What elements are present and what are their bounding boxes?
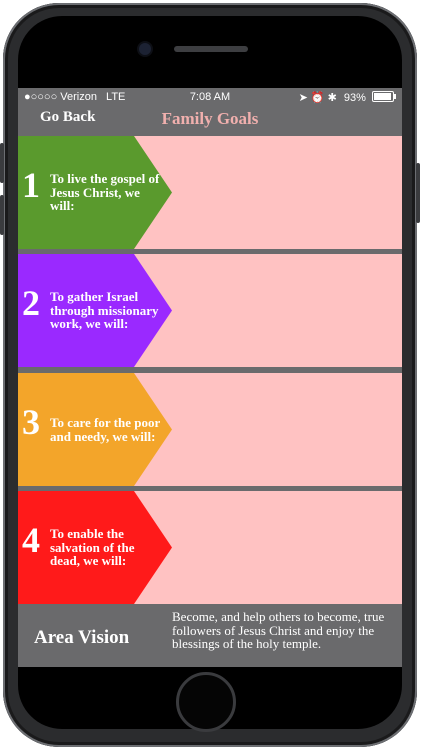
goal-row-1[interactable]: 1 To live the gospel of Jesus Christ, we… — [18, 136, 402, 249]
goal-label-4: To enable the salvation of the dead, we … — [50, 526, 135, 569]
battery-percent: 93% — [343, 92, 366, 104]
battery-icon — [372, 91, 396, 102]
volume-up-button — [0, 143, 4, 183]
area-vision-text: Become, and help others to become, true … — [172, 609, 385, 652]
status-right: ➤ ⏰ ✱ 93% — [298, 91, 396, 104]
goal-text-3: To care for the poor and needy, we will: — [50, 373, 162, 486]
battery-fill — [374, 93, 391, 100]
speaker-grille — [174, 46, 248, 52]
page-title: Family Goals — [161, 109, 259, 128]
home-button[interactable] — [176, 672, 236, 732]
phone-top-bezel — [18, 16, 402, 88]
goal-label-1: To live the gospel of Jesus Christ, we w… — [50, 171, 160, 214]
volume-down-button — [0, 195, 4, 235]
goal-text-4: To enable the salvation of the dead, we … — [50, 491, 162, 604]
goal-row-2[interactable]: 2 To gather Israel through missionary wo… — [18, 254, 402, 367]
navigation-bar: Go Back Family Goals — [18, 106, 402, 136]
status-indicator-icons: ➤ ⏰ ✱ — [298, 92, 337, 104]
goal-row-3[interactable]: 3 To care for the poor and needy, we wil… — [18, 373, 402, 486]
goal-text-2: To gather Israel through missionary work… — [50, 254, 162, 367]
power-button — [416, 163, 420, 223]
goal-number-4: 4 — [22, 520, 40, 560]
area-vision-title: Area Vision — [34, 627, 130, 648]
goal-text-1: To live the gospel of Jesus Christ, we w… — [50, 136, 162, 249]
goal-number-1: 1 — [22, 165, 40, 205]
goal-number-3: 3 — [22, 402, 40, 442]
app-screen: ●○○○○ Verizon LTE 7:08 AM ➤ ⏰ ✱ 93% Go B… — [18, 88, 402, 667]
status-bar: ●○○○○ Verizon LTE 7:08 AM ➤ ⏰ ✱ 93% — [18, 88, 402, 106]
goal-label-2: To gather Israel through missionary work… — [50, 289, 159, 332]
goal-label-3: To care for the poor and needy, we will: — [50, 414, 161, 444]
goal-row-4[interactable]: 4 To enable the salvation of the dead, w… — [18, 491, 402, 604]
camera-icon — [139, 43, 151, 55]
area-vision-panel: Area Vision Become, and help others to b… — [18, 607, 402, 667]
goal-number-2: 2 — [22, 283, 40, 323]
